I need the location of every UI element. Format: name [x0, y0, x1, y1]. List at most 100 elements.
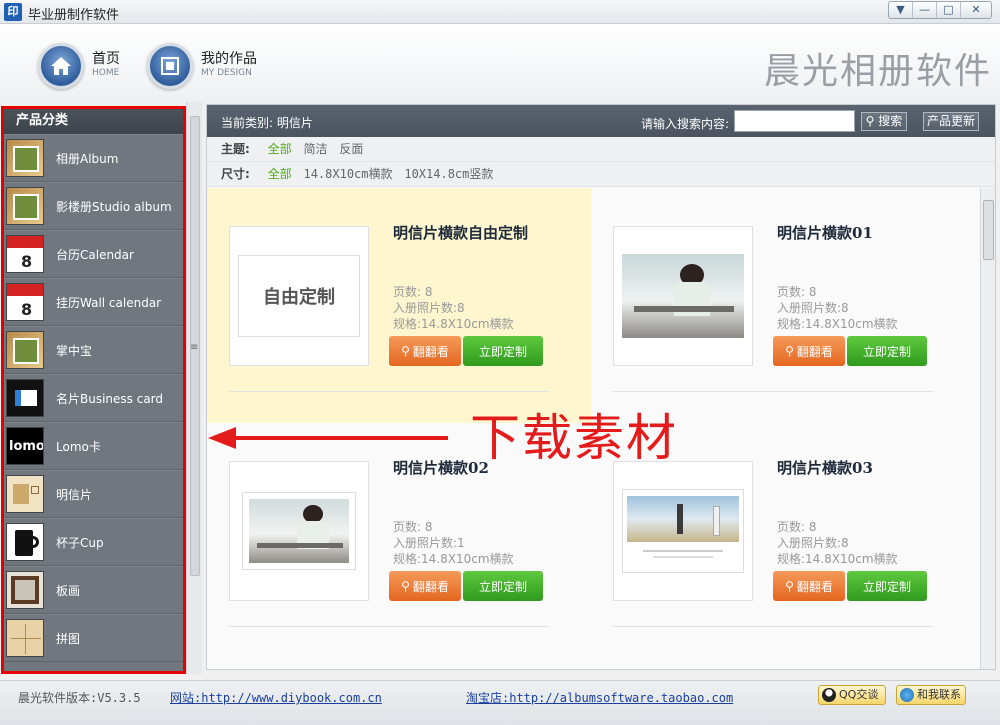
product-photos: 入册照片数:1 [393, 536, 465, 550]
preview-button[interactable]: ⚲ 翻翻看 [773, 336, 845, 366]
sidebar-item-label: 挂历Wall calendar [56, 295, 162, 310]
product-thumbnail[interactable] [613, 226, 753, 366]
product-title: 明信片横款01 [777, 224, 873, 242]
sidebar-scrollbar[interactable]: ≡ [186, 102, 202, 674]
photo-thumb-image [622, 489, 744, 573]
sidebar-item-lomo[interactable]: lomo Lomo卡 [2, 422, 184, 470]
product-thumbnail[interactable]: 自由定制 [229, 226, 369, 366]
version-text: 晨光软件版本:V5.3.5 [18, 691, 141, 705]
magnifier-icon: ⚲ [785, 579, 794, 593]
nav-my-design-button[interactable]: 我的作品 MY DESIGN [147, 42, 257, 90]
size-filter-title: 尺寸: [221, 167, 250, 181]
size-filter-all[interactable]: 全部 [268, 167, 292, 181]
product-spec: 规格:14.8X10cm横款 [393, 552, 514, 566]
sidebar-item-album[interactable]: 相册Album [2, 134, 184, 182]
preview-button[interactable]: ⚲ 翻翻看 [389, 336, 461, 366]
sidebar-item-pocket[interactable]: 掌中宝 [2, 326, 184, 374]
sidebar-item-label: 影楼册Studio album [56, 199, 172, 214]
preview-button[interactable]: ⚲ 翻翻看 [773, 571, 845, 601]
sidebar-item-wall-calendar[interactable]: 8 挂历Wall calendar [2, 278, 184, 326]
search-button[interactable]: ⚲ 搜索 [861, 112, 907, 131]
sidebar-item-puzzle[interactable]: 拼图 [2, 614, 184, 662]
size-filter-landscape[interactable]: 14.8X10cm横款 [303, 167, 392, 181]
product-pages: 页数: 8 [777, 285, 817, 299]
grip-icon: ≡ [190, 342, 199, 353]
category-sidebar: 产品分类 相册Album 影楼册Studio album 8 台历Calenda… [2, 108, 184, 673]
product-pages: 页数: 8 [393, 285, 433, 299]
product-scrollbar[interactable] [980, 188, 995, 669]
sidebar-item-postcard[interactable]: 明信片 [2, 470, 184, 518]
magnifier-icon: ⚲ [785, 344, 794, 358]
close-button[interactable]: ✕ [961, 2, 991, 18]
lomo-thumb-icon: lomo [6, 427, 44, 465]
cup-thumb-icon [6, 523, 44, 561]
sidebar-item-calendar[interactable]: 8 台历Calendar [2, 230, 184, 278]
status-bar: 晨光软件版本:V5.3.5 网站:http://www.diybook.com.… [0, 680, 1000, 725]
product-thumbnail[interactable] [613, 461, 753, 601]
puzzle-thumb-icon [6, 619, 44, 657]
customize-button[interactable]: 立即定制 [847, 571, 927, 601]
card-divider [229, 391, 549, 392]
window-title: 毕业册制作软件 [28, 8, 120, 23]
search-button-label: 搜索 [878, 114, 903, 128]
sidebar-title: 产品分类 [2, 108, 184, 134]
qq-chat-button[interactable]: QQ交谈 [818, 685, 886, 705]
sidebar-item-cup[interactable]: 杯子Cup [2, 518, 184, 566]
website-link[interactable]: 网站:http://www.diybook.com.cn [170, 689, 382, 706]
search-label: 请输入搜索内容: [641, 117, 730, 131]
app-header: 首页 HOME 我的作品 MY DESIGN 晨光相册软件 [0, 24, 1000, 102]
preview-button-label: 翻翻看 [796, 579, 833, 594]
theme-filter-back[interactable]: 反面 [339, 142, 363, 156]
preview-button[interactable]: ⚲ 翻翻看 [389, 571, 461, 601]
nav-home-button[interactable]: 首页 HOME [38, 42, 120, 90]
sidebar-item-label: 拼图 [56, 631, 81, 646]
customize-button[interactable]: 立即定制 [463, 571, 543, 601]
search-input[interactable] [734, 110, 855, 132]
sidebar-item-business-card[interactable]: 名片Business card [2, 374, 184, 422]
preview-button-label: 翻翻看 [412, 579, 449, 594]
customize-button[interactable]: 立即定制 [847, 336, 927, 366]
sidebar-item-label: 掌中宝 [56, 343, 93, 358]
product-photos: 入册照片数:8 [777, 301, 849, 315]
nav-my-design-label: 我的作品 [201, 51, 257, 67]
lomo-thumb-text: lomo [9, 439, 44, 454]
product-update-button[interactable]: 产品更新 [923, 112, 979, 131]
sidebar-item-frame[interactable]: 板画 [2, 566, 184, 614]
sidebar-item-label: 杯子Cup [56, 535, 104, 550]
taobao-shop-link[interactable]: 淘宝店:http://albumsoftware.taobao.com [466, 689, 733, 706]
card-divider [613, 391, 933, 392]
maximize-button[interactable]: □ [937, 2, 961, 18]
photo-thumb-image [622, 254, 744, 338]
sidebar-item-label: 明信片 [56, 487, 93, 502]
size-filter-portrait[interactable]: 10X14.8cm竖款 [404, 167, 493, 181]
product-thumbnail[interactable] [229, 461, 369, 601]
dropdown-icon[interactable]: ▼ [889, 2, 913, 18]
card-divider [229, 626, 549, 627]
custom-thumb-text: 自由定制 [238, 255, 360, 337]
qq-penguin-icon [822, 688, 836, 702]
product-scroll-thumb[interactable] [983, 200, 994, 260]
sidebar-item-label: 相册Album [56, 151, 119, 166]
preview-button-label: 翻翻看 [796, 344, 833, 359]
product-title: 明信片横款自由定制 [393, 224, 529, 242]
minimize-button[interactable]: — [913, 2, 937, 18]
product-card[interactable]: 明信片横款01 页数: 8 入册照片数:8 规格:14.8X10cm横款 ⚲ 翻… [591, 188, 975, 423]
contact-icon [900, 688, 914, 702]
product-card[interactable]: 自由定制 明信片横款自由定制 页数: 8 入册照片数:8 规格:14.8X10c… [207, 188, 591, 423]
window-controls: ▼ — □ ✕ [888, 1, 992, 19]
product-meta: 页数: 8 入册照片数:1 规格:14.8X10cm横款 [393, 519, 514, 567]
theme-filter-title: 主题: [221, 142, 250, 156]
product-panel: 当前类别: 明信片 请输入搜索内容: ⚲ 搜索 产品更新 主题: 全部 简洁 反… [206, 104, 996, 670]
contact-me-button[interactable]: 和我联系 [896, 685, 966, 705]
theme-filter-simple[interactable]: 简洁 [303, 142, 327, 156]
product-photos: 入册照片数:8 [393, 301, 465, 315]
product-spec: 规格:14.8X10cm横款 [777, 552, 898, 566]
design-icon [147, 43, 193, 89]
search-icon: ⚲ [865, 114, 875, 128]
customize-button[interactable]: 立即定制 [463, 336, 543, 366]
sidebar-item-studio-album[interactable]: 影楼册Studio album [2, 182, 184, 230]
product-spec: 规格:14.8X10cm横款 [777, 317, 898, 331]
album-thumb-icon [6, 331, 44, 369]
theme-filter-all[interactable]: 全部 [268, 142, 292, 156]
app-icon: 印 [4, 3, 22, 21]
